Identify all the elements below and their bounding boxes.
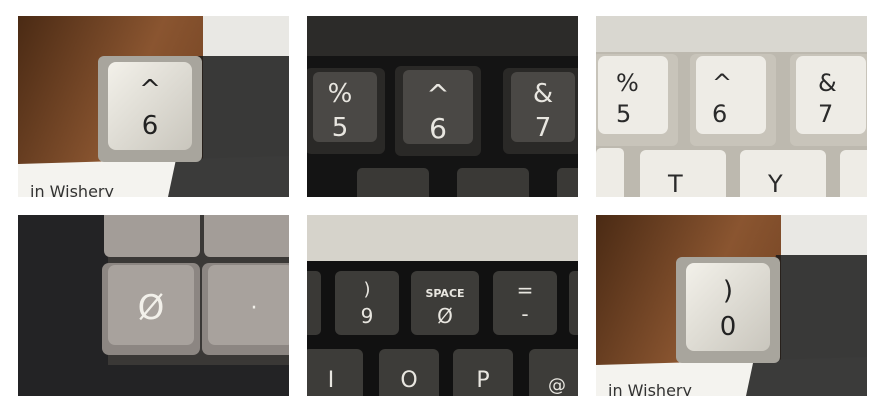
key-legend-dot: · <box>251 296 258 321</box>
key-legend-bottom: 7 <box>535 113 552 143</box>
key-legend: @ <box>548 375 566 396</box>
photo-keycap-paren-0: ) 0 in Wishery <box>596 215 867 396</box>
keycap-legend-top: ) <box>723 276 733 306</box>
key-legend-bottom: 6 <box>712 100 727 128</box>
keycap-legend-bottom: 0 <box>720 312 737 342</box>
keycap-legend-top: ^ <box>139 75 161 105</box>
paper-text: in Wishery <box>608 381 692 396</box>
key-legend: O <box>400 368 417 393</box>
key-legend-top: & <box>818 69 837 97</box>
key-legend-bottom: - <box>521 302 528 326</box>
key-legend-top: % <box>328 79 353 109</box>
key-legend-top: ^ <box>426 78 449 111</box>
key-legend: T <box>667 170 683 197</box>
key-legend-bottom: Ø <box>437 304 453 328</box>
paper-text: in Wishery <box>30 182 114 197</box>
photo-cream-keys-5-6-7: % 5 ^ 6 & 7 T Y <box>596 16 867 197</box>
photo-gray-keypad: Ø · <box>18 215 289 396</box>
keycap-legend-bottom: 6 <box>142 111 159 141</box>
key-legend-bottom: 6 <box>429 112 447 145</box>
photo-dark-keys-9-space-minus: ) 9 SPACE Ø = - I O P @ <box>307 215 578 396</box>
key-legend-bottom: 7 <box>818 100 833 128</box>
key-legend: I <box>328 368 335 393</box>
key-legend-bottom: 9 <box>361 304 374 328</box>
key-legend-bottom: 5 <box>616 100 631 128</box>
photo-dark-keys-5-6-7: % 5 ^ 6 & 7 <box>307 16 578 197</box>
key-legend-top: = <box>517 278 534 302</box>
photo-keycap-caret-6: ^ 6 in Wishery <box>18 16 289 197</box>
key-legend-zero: Ø <box>138 288 165 328</box>
key-legend-top: % <box>616 69 639 97</box>
key-legend-bottom: 5 <box>332 113 349 143</box>
key-legend-top: & <box>533 79 553 109</box>
key-legend-top: ) <box>363 279 370 300</box>
key-legend-top: SPACE <box>425 287 464 300</box>
key-legend: P <box>476 368 489 393</box>
key-legend-top: ^ <box>712 69 732 97</box>
key-legend: Y <box>767 170 783 197</box>
